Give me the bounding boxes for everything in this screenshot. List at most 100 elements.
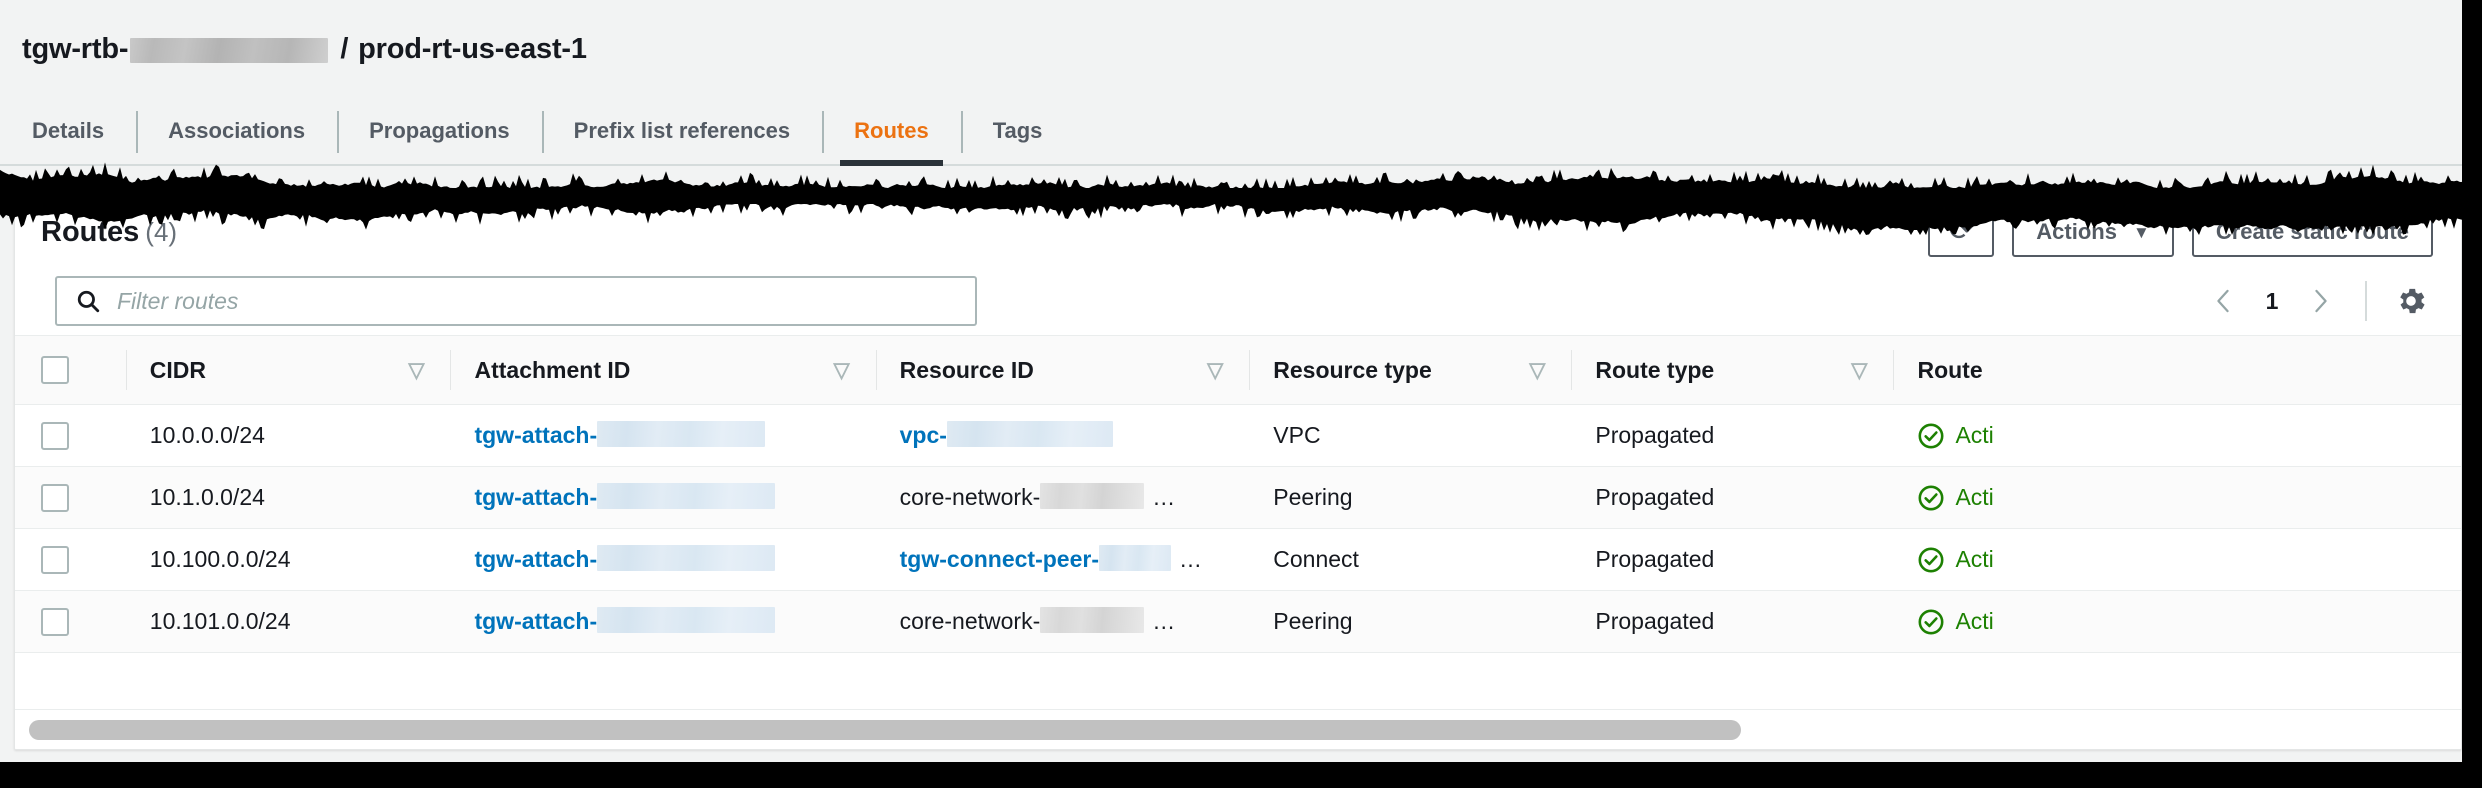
cell-cidr: 10.100.0.0/24 — [125, 528, 451, 591]
table-row[interactable]: 10.0.0.0/24 tgw-attach- vpc- VPC Propaga… — [15, 404, 2461, 467]
routes-title-label: Routes — [41, 215, 140, 248]
redacted-attachment-id — [597, 421, 766, 448]
sort-icon-route-type[interactable]: ▽ — [1851, 360, 1867, 381]
refresh-button[interactable]: ⟳ — [1928, 207, 1995, 257]
row-checkbox-cell — [15, 590, 126, 653]
column-label-attachment-id: Attachment ID — [474, 356, 631, 383]
column-label-route-state: Route — [1917, 356, 1983, 383]
cell-resource-id: core-network- … — [875, 466, 1250, 529]
resource-id-link[interactable]: tgw-connect-peer- — [900, 546, 1099, 572]
truncation-ellipsis: … — [1152, 483, 1178, 510]
cell-cidr: 10.101.0.0/24 — [125, 590, 451, 653]
routes-table-head: CIDR ▽ Attachment ID ▽ Resource ID ▽ Res… — [15, 335, 2461, 405]
routes-table-scroll: CIDR ▽ Attachment ID ▽ Resource ID ▽ Res… — [15, 335, 2461, 667]
route-state-label: Acti — [1955, 608, 1994, 634]
redacted-resource-id — [1098, 545, 1171, 572]
tab-prefix-list-references[interactable]: Prefix list references — [541, 98, 822, 164]
create-static-route-button[interactable]: Create static route — [2191, 207, 2433, 257]
tab-tags[interactable]: Tags — [960, 98, 1075, 164]
row-checkbox[interactable] — [41, 421, 69, 450]
cell-resource-id[interactable]: vpc- — [875, 404, 1250, 467]
table-row[interactable]: 10.101.0.0/24 tgw-attach- core-network- …… — [15, 590, 2461, 653]
select-all-header — [15, 335, 126, 405]
sort-icon-resource-id[interactable]: ▽ — [1207, 360, 1223, 381]
attachment-id-link[interactable]: tgw-attach- — [474, 422, 597, 448]
tab-details[interactable]: Details — [0, 98, 136, 164]
pagination-divider — [2365, 281, 2367, 321]
routes-table-body: 10.0.0.0/24 tgw-attach- vpc- VPC Propaga… — [15, 404, 2461, 653]
pagination: 1 — [2197, 276, 2433, 326]
cell-attachment-id[interactable]: tgw-attach- — [450, 466, 876, 529]
next-page-button[interactable] — [2295, 276, 2347, 326]
column-label-route-type: Route type — [1595, 356, 1715, 383]
filter-routes-box[interactable] — [55, 276, 977, 326]
resource-id-text: core-network- — [899, 483, 1041, 510]
horizontal-scrollbar[interactable] — [15, 709, 2461, 749]
sort-icon-attachment-id[interactable]: ▽ — [833, 360, 849, 381]
previous-page-button[interactable] — [2197, 276, 2249, 326]
column-header-overflow — [2228, 335, 2461, 405]
row-checkbox[interactable] — [41, 545, 69, 574]
actions-label: Actions — [2036, 219, 2117, 244]
cell-attachment-id[interactable]: tgw-attach- — [450, 404, 876, 467]
sort-icon-resource-type[interactable]: ▽ — [1529, 360, 1545, 381]
bottom-clip-bar — [0, 762, 2482, 788]
tab-propagations[interactable]: Propagations — [337, 98, 542, 164]
resource-header: tgw-rtb- / prod-rt-us-east-1 — [0, 0, 2462, 98]
row-checkbox-cell — [15, 528, 126, 591]
table-row[interactable]: 10.100.0.0/24 tgw-attach- tgw-connect-pe… — [15, 528, 2461, 591]
truncation-ellipsis: … — [1178, 545, 1204, 572]
sort-icon-cidr[interactable]: ▽ — [408, 360, 424, 381]
cell-overflow — [2228, 404, 2461, 467]
tab-associations[interactable]: Associations — [136, 98, 337, 164]
select-all-wrap — [15, 336, 114, 404]
row-checkbox[interactable] — [41, 483, 69, 512]
column-header-route-state[interactable]: Route — [1893, 335, 2229, 405]
filter-routes-input[interactable] — [117, 287, 975, 315]
column-header-cidr[interactable]: CIDR ▽ — [125, 335, 451, 405]
cell-route-state: Acti — [1893, 404, 2229, 467]
cell-route-state: Acti — [1893, 590, 2229, 653]
table-row[interactable]: 10.1.0.0/24 tgw-attach- core-network- … P… — [15, 466, 2461, 529]
attachment-id-link[interactable]: tgw-attach- — [474, 546, 597, 572]
cell-overflow — [2228, 466, 2461, 529]
column-label-cidr: CIDR — [149, 356, 207, 383]
cell-resource-id[interactable]: tgw-connect-peer- … — [875, 528, 1250, 591]
create-static-route-label: Create static route — [2215, 219, 2409, 244]
actions-dropdown-button[interactable]: Actions ▼ — [2012, 207, 2174, 257]
redacted-attachment-id — [597, 607, 776, 634]
attachment-id-link[interactable]: tgw-attach- — [474, 608, 597, 634]
column-header-resource-type[interactable]: Resource type ▽ — [1249, 335, 1572, 405]
row-checkbox-cell — [15, 466, 126, 529]
tab-routes[interactable]: Routes — [822, 98, 961, 166]
row-checkbox[interactable] — [41, 607, 69, 636]
resource-id-link[interactable]: vpc- — [900, 422, 947, 448]
select-all-checkbox[interactable] — [41, 356, 69, 384]
page-number-1[interactable]: 1 — [2249, 288, 2295, 315]
column-header-route-type[interactable]: Route type ▽ — [1571, 335, 1894, 405]
filter-row: 1 — [15, 267, 2461, 335]
cell-overflow — [2228, 590, 2461, 653]
preferences-button[interactable] — [2389, 279, 2433, 323]
redacted-attachment-id — [597, 545, 776, 572]
chevron-right-icon — [2315, 289, 2327, 313]
cell-route-state: Acti — [1893, 528, 2229, 591]
cell-route-type: Propagated — [1571, 466, 1894, 529]
routes-panel-header: Routes (4) ⟳ Actions ▼ Create static rout… — [15, 197, 2461, 267]
cell-attachment-id[interactable]: tgw-attach- — [450, 528, 876, 591]
cell-route-type: Propagated — [1571, 404, 1894, 467]
horizontal-scrollbar-thumb[interactable] — [29, 719, 1741, 740]
check-circle-icon — [1918, 423, 1944, 448]
column-header-resource-id[interactable]: Resource ID ▽ — [875, 335, 1250, 405]
cell-cidr: 10.0.0.0/24 — [125, 404, 451, 467]
cell-resource-type: Peering — [1249, 466, 1572, 529]
column-header-attachment-id[interactable]: Attachment ID ▽ — [450, 335, 876, 405]
attachment-id-link[interactable]: tgw-attach- — [474, 484, 597, 510]
redacted-resource-id — [946, 421, 1113, 448]
redacted-resource-id — [1040, 607, 1145, 634]
cell-attachment-id[interactable]: tgw-attach- — [450, 590, 876, 653]
resource-friendly-name: prod-rt-us-east-1 — [358, 32, 587, 65]
right-clip-bar — [2462, 0, 2482, 788]
cell-resource-type: Peering — [1249, 590, 1572, 653]
refresh-icon: ⟳ — [1948, 214, 1974, 247]
